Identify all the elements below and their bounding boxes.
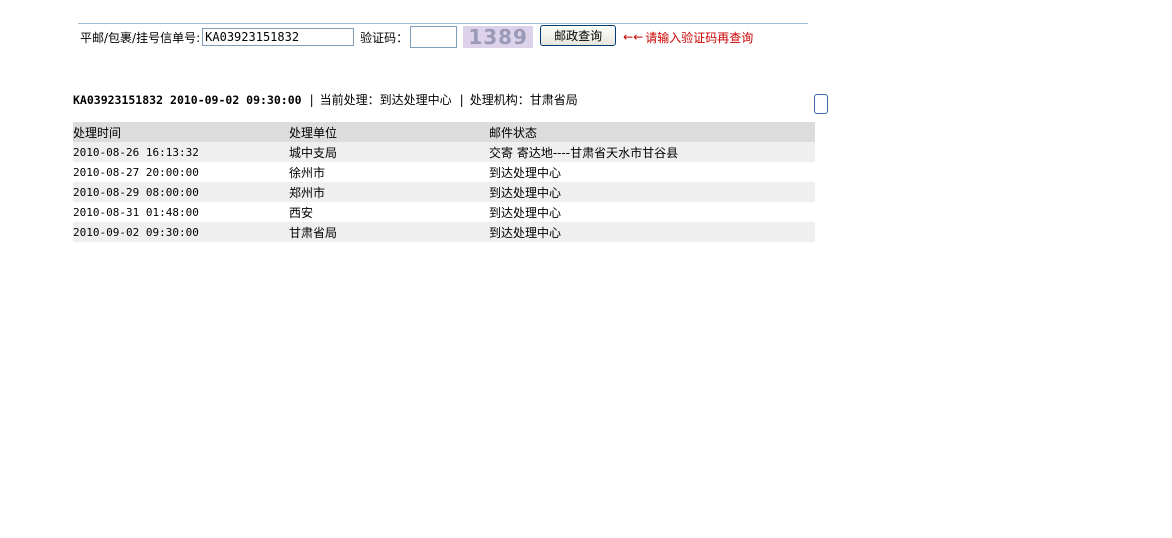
row-status: 到达处理中心 (489, 225, 562, 240)
captcha-label: 验证码： (360, 30, 409, 45)
current-status-label: 当前处理： (319, 93, 380, 107)
row-time: 2010-08-26 16:13:32 (73, 145, 199, 159)
header-processing-time: 处理时间 (73, 125, 122, 140)
left-arrow-icon: ←← (623, 30, 644, 44)
processing-org-value: 甘肃省局 (529, 93, 578, 107)
row-time: 2010-08-27 20:00:00 (73, 165, 199, 179)
captcha-hint-text: 请输入验证码再查询 (645, 30, 754, 45)
row-status: 到达处理中心 (489, 205, 562, 220)
table-header-row: 处理时间 处理单位 邮件状态 (73, 122, 815, 142)
current-status-value: 到达处理中心 (379, 93, 452, 107)
page: 平邮/包裹/挂号信单号: KA03923151832 验证码： 1389 邮政查… (0, 0, 1172, 538)
table-row: 2010-08-26 16:13:32 城中支局 交寄 寄达地----甘肃省天水… (73, 142, 815, 162)
processing-org-label: 处理机构： (469, 93, 530, 107)
tracking-number-input[interactable]: KA03923151832 (202, 28, 355, 46)
row-unit: 甘肃省局 (289, 225, 338, 240)
header-processing-unit: 处理单位 (289, 125, 338, 140)
row-unit: 西安 (289, 205, 314, 220)
summary-separator: | (309, 92, 314, 107)
scroll-handle[interactable] (814, 94, 828, 114)
row-time: 2010-08-31 01:48:00 (73, 205, 199, 219)
captcha-image[interactable]: 1389 (463, 26, 534, 48)
row-unit: 徐州市 (289, 165, 326, 180)
row-status: 到达处理中心 (489, 165, 562, 180)
table-row: 2010-08-29 08:00:00 郑州市 到达处理中心 (73, 182, 815, 202)
tracking-number-label: 平邮/包裹/挂号信单号: (80, 30, 201, 45)
captcha-hint: ←← 请输入验证码再查询 (623, 29, 753, 46)
summary-datetime: 2010-09-02 09:30:00 (170, 92, 302, 107)
row-time: 2010-09-02 09:30:00 (73, 225, 199, 239)
postal-query-button[interactable]: 邮政查询 (540, 24, 617, 46)
table-row: 2010-08-27 20:00:00 徐州市 到达处理中心 (73, 162, 815, 182)
row-status: 到达处理中心 (489, 185, 562, 200)
top-divider (78, 23, 808, 24)
table-row: 2010-08-31 01:48:00 西安 到达处理中心 (73, 202, 815, 222)
row-time: 2010-08-29 08:00:00 (73, 185, 199, 199)
row-unit: 城中支局 (289, 145, 338, 160)
captcha-input[interactable] (410, 26, 458, 48)
tracking-summary: KA03923151832 2010-09-02 09:30:00 | 当前处理… (73, 91, 578, 108)
table-row: 2010-09-02 09:30:00 甘肃省局 到达处理中心 (73, 222, 815, 242)
summary-tracking-id: KA03923151832 (73, 92, 164, 107)
summary-separator-2: | (459, 92, 464, 107)
header-mail-status: 邮件状态 (489, 125, 538, 140)
search-bar: 平邮/包裹/挂号信单号: KA03923151832 验证码： 1389 邮政查… (80, 24, 753, 48)
row-unit: 郑州市 (289, 185, 326, 200)
tracking-history-table: 处理时间 处理单位 邮件状态 2010-08-26 16:13:32 城中支局 … (73, 122, 815, 242)
row-status: 交寄 寄达地----甘肃省天水市甘谷县 (489, 145, 679, 160)
